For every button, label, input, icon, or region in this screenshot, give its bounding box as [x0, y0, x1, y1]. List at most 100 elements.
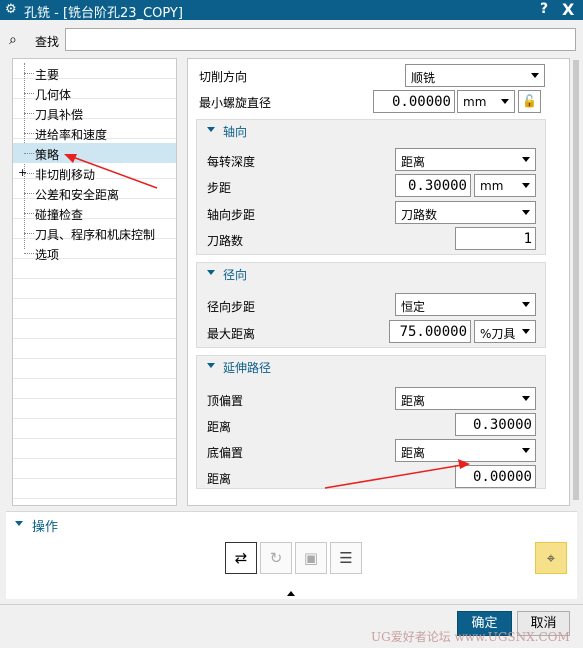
strategy-panel: 切削方向 顺铣 最小螺旋直径 0.00000 mm 🔓 轴向 每转深度 距离 步… [187, 58, 570, 506]
cut-direction-label: 切削方向 [199, 70, 248, 84]
collapse-icon [207, 270, 215, 275]
tree-item-main[interactable]: 主要 [13, 63, 176, 83]
watermark: UG爱好者论坛 www.UGSNX.COM [371, 630, 570, 644]
tree-item-feeds-speeds[interactable]: 进给率和速度 [13, 123, 176, 143]
axial-step-value: 刀路数 [401, 208, 438, 222]
radial-step-select[interactable]: 恒定 [395, 293, 536, 316]
top-offset-label: 顶偏置 [207, 394, 244, 408]
max-distance-unit-select[interactable]: %刀具 [474, 320, 536, 343]
tree-item-options[interactable]: 选项 [13, 243, 176, 263]
step-unit-select[interactable]: mm [474, 174, 536, 197]
tree-connector [24, 173, 34, 174]
verify-icon[interactable]: ▣ [295, 542, 327, 574]
radial-group: 径向 径向步距 恒定 最大距离 75.00000 %刀具 [196, 262, 546, 348]
chevron-down-icon [531, 73, 539, 78]
chevron-down-icon [522, 210, 530, 215]
tree-item-label: 主要 [35, 68, 60, 82]
max-distance-input[interactable]: 75.00000 [389, 320, 471, 343]
tree-connector [24, 193, 34, 194]
tree-connector [24, 133, 34, 134]
tree-item-non-cutting-moves[interactable]: + 非切削移动 [13, 163, 176, 183]
top-offset-value: 距离 [401, 394, 426, 408]
tree-item-label: 选项 [35, 248, 60, 262]
bottom-offset-select[interactable]: 距离 [395, 439, 536, 462]
max-distance-label: 最大距离 [207, 327, 256, 341]
bottom-distance-input[interactable]: 0.00000 [455, 465, 536, 488]
unit-value: mm [480, 179, 504, 193]
list-icon[interactable]: ☰ [330, 542, 362, 574]
axial-step-select[interactable]: 刀路数 [395, 201, 536, 224]
radial-step-value: 恒定 [401, 300, 426, 314]
collapse-icon[interactable] [15, 521, 23, 526]
panel-scrollbar[interactable] [572, 58, 580, 506]
bottom-offset-value: 距离 [401, 446, 426, 460]
window-title: 孔铣 - [铣台阶孔23_COPY] [24, 6, 183, 21]
depth-per-rev-select[interactable]: 距离 [395, 148, 536, 171]
tree-item-tool-program-machine[interactable]: 刀具、程序和机床控制 [13, 223, 176, 243]
extend-path-group-header[interactable]: 延伸路径 [197, 356, 545, 376]
num-paths-value: 1 [523, 231, 532, 247]
chevron-down-icon [522, 157, 530, 162]
navigation-tree: 主要 几何体 刀具补偿 进给率和速度 策略 + 非切削移动 公差和安全距离 碰撞检… [12, 58, 177, 506]
axial-step-label: 轴向步距 [207, 208, 256, 222]
chevron-down-icon [522, 329, 530, 334]
tree-item-tolerances-clearance[interactable]: 公差和安全距离 [13, 183, 176, 203]
collapse-icon [207, 363, 215, 368]
tree-connector [24, 113, 34, 114]
step-input[interactable]: 0.30000 [395, 174, 471, 197]
chevron-down-icon [522, 448, 530, 453]
expand-up-icon[interactable] [287, 591, 295, 596]
tree-item-label: 非切削移动 [35, 168, 96, 182]
gear-icon[interactable]: ⚙ [5, 2, 17, 17]
depth-per-rev-label: 每转深度 [207, 155, 256, 169]
tree-connector [24, 93, 34, 94]
collapse-icon [207, 127, 215, 132]
find-bar: ⌕ 查找 [0, 24, 583, 56]
bottom-distance-label: 距离 [207, 472, 232, 486]
tree-connector [24, 253, 34, 254]
generate-icon[interactable]: ⇄ [225, 542, 257, 574]
tree-item-strategy[interactable]: 策略 [13, 143, 176, 163]
lock-icon[interactable]: 🔓 [518, 90, 541, 113]
extend-path-group-title: 延伸路径 [223, 361, 272, 375]
axial-group-header[interactable]: 轴向 [197, 120, 545, 140]
scrollbar-thumb[interactable] [573, 60, 579, 500]
display-tool-icon[interactable]: ⌖ [535, 542, 567, 574]
tree-item-label: 公差和安全距离 [35, 188, 120, 202]
tree-item-label: 进给率和速度 [35, 128, 108, 142]
tree-item-collision-check[interactable]: 碰撞检查 [13, 203, 176, 223]
bottom-offset-label: 底偏置 [207, 446, 244, 460]
find-input[interactable] [65, 28, 576, 51]
top-distance-value: 0.30000 [472, 417, 532, 433]
num-paths-input[interactable]: 1 [455, 227, 536, 250]
top-offset-select[interactable]: 距离 [395, 387, 536, 410]
tree-item-label: 碰撞检查 [35, 208, 84, 222]
top-distance-label: 距离 [207, 420, 232, 434]
max-distance-value: 75.00000 [399, 324, 467, 340]
find-label: 查找 [35, 35, 60, 49]
help-button[interactable]: ? [540, 1, 548, 17]
axial-group-title: 轴向 [223, 125, 248, 139]
radial-group-title: 径向 [223, 268, 248, 282]
tree-connector [24, 233, 34, 234]
bottom-distance-value: 0.00000 [472, 469, 532, 485]
chevron-down-icon [522, 183, 530, 188]
binoculars-icon: ⌕ [9, 32, 17, 48]
close-button[interactable]: X [562, 0, 574, 19]
replay-icon[interactable]: ↻ [260, 542, 292, 574]
tree-item-geometry[interactable]: 几何体 [13, 83, 176, 103]
tree-item-tool-compensation[interactable]: 刀具补偿 [13, 103, 176, 123]
radial-group-header[interactable]: 径向 [197, 263, 545, 283]
tree-connector [24, 73, 34, 74]
cut-direction-select[interactable]: 顺铣 [405, 64, 545, 87]
cut-direction-value: 顺铣 [411, 71, 436, 85]
step-value: 0.30000 [407, 178, 467, 194]
tree-item-label: 刀具补偿 [35, 108, 84, 122]
title-bar: ⚙ 孔铣 - [铣台阶孔23_COPY] ? X [0, 0, 583, 21]
radial-step-label: 径向步距 [207, 300, 256, 314]
depth-per-rev-value: 距离 [401, 155, 426, 169]
top-distance-input[interactable]: 0.30000 [455, 413, 536, 436]
min-helix-diameter-input[interactable]: 0.00000 [373, 90, 455, 113]
min-helix-unit-select[interactable]: mm [457, 90, 515, 113]
tree-item-label: 几何体 [35, 88, 72, 102]
